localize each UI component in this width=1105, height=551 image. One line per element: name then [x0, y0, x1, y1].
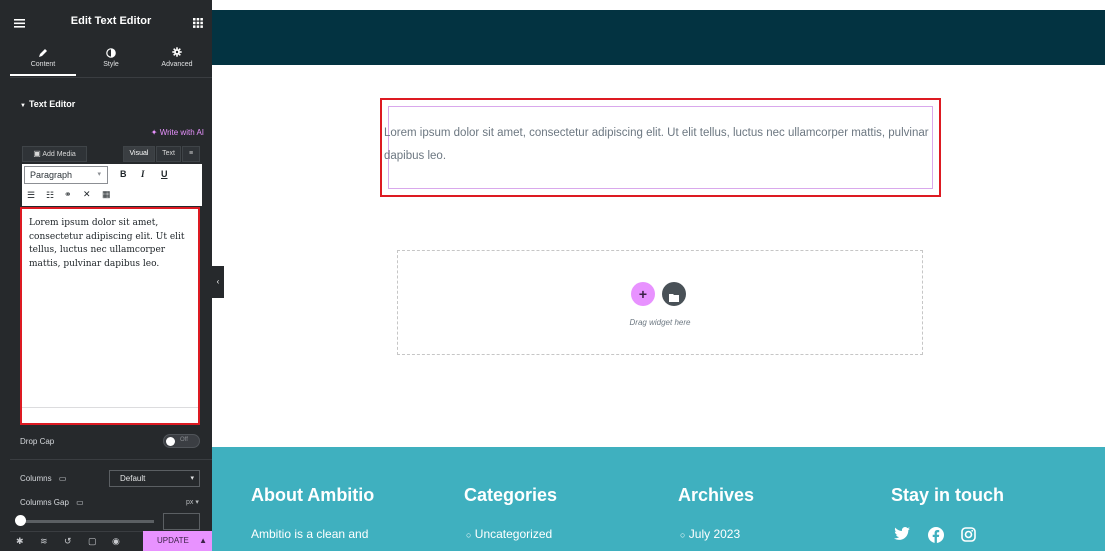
write-with-ai-label: Write with AI [159, 128, 204, 137]
tab-visual[interactable]: Visual [123, 146, 155, 162]
panel-tabs: Content Style Advanced [10, 38, 212, 76]
chevron-left-icon: ‹ [216, 277, 220, 286]
fullscreen-icon[interactable]: ✕ [83, 189, 91, 200]
toggle-knob [166, 437, 175, 446]
divider [10, 459, 212, 460]
sparkle-icon: ✦ [150, 128, 158, 137]
columns-gap-label: Columns Gap [20, 498, 69, 507]
tab-visual-label: Visual [129, 150, 149, 157]
tab-text-label: Text [162, 150, 175, 157]
footer-archives-item-label: July 2023 [688, 527, 741, 541]
desktop-icon: ▭ [58, 474, 67, 483]
update-button-label: UPDATE [157, 536, 189, 545]
tab-content[interactable]: Content [10, 38, 76, 76]
footer-stay-in-touch-title: Stay in touch [891, 485, 1005, 505]
footer-categories-item-label: Uncategorized [474, 527, 553, 541]
folder-icon [669, 289, 679, 307]
tab-text[interactable]: Text [156, 146, 181, 162]
facebook-icon[interactable] [928, 527, 944, 548]
footer-archives-title: Archives [678, 485, 755, 505]
section-toggle-text-editor[interactable]: ▼ Text Editor [20, 99, 75, 109]
preview-eye-icon[interactable]: ◉ [112, 536, 120, 547]
text-editor-widget[interactable]: Lorem ipsum dolor sit amet, consectetur … [380, 98, 941, 197]
chevron-down-icon: ▾ [190, 475, 194, 482]
drop-cap-label: Drop Cap [20, 437, 55, 446]
caret-down-icon: ▼ [20, 103, 26, 109]
columns-gap-slider-track[interactable] [20, 520, 154, 523]
chevron-up-icon[interactable]: ▲ [199, 531, 207, 551]
editor-status-bar [22, 407, 198, 423]
chevron-down-icon: ▾ [97, 171, 101, 178]
widgets-grid-icon[interactable] [193, 15, 203, 33]
toolbar-toggle-icon[interactable]: ▦ [102, 189, 111, 200]
add-media-label: Add Media [42, 151, 76, 158]
tab-content-label: Content [30, 61, 56, 68]
footer-about-text: Ambitio is a clean and [251, 527, 369, 541]
twitter-icon[interactable] [894, 527, 910, 546]
list-bullet-icon: ○ [680, 530, 686, 540]
visual-editor-area[interactable]: Lorem ipsum dolor sit amet, consectetur … [20, 207, 200, 425]
collapse-panel-button[interactable]: ‹ [212, 266, 224, 298]
section-title-label: Text Editor [28, 99, 76, 109]
responsive-mode-icon[interactable]: ▢ [88, 536, 97, 547]
add-template-button[interactable] [662, 282, 686, 306]
site-header-band [212, 10, 1105, 65]
footer-categories-title: Categories [464, 485, 558, 505]
tab-advanced[interactable]: Advanced [144, 38, 210, 76]
instagram-icon[interactable] [961, 527, 976, 547]
italic-icon[interactable]: I [141, 169, 145, 179]
tab-advanced-label: Advanced [161, 61, 193, 68]
columns-gap-slider-handle[interactable] [15, 515, 26, 526]
columns-gap-label-wrap: Columns Gap ▭ [20, 498, 84, 507]
footer-categories-item[interactable]: ○ Uncategorized [466, 527, 552, 541]
editor-toolbar: Paragraph ▾ B I U ☰ ☷ ⚭ ✕ ▦ [22, 164, 202, 206]
dynamic-tags-button[interactable]: ≡ [182, 146, 200, 162]
empty-section-dropzone[interactable]: + Drag widget here [397, 250, 923, 355]
drop-cap-toggle[interactable]: Off [163, 434, 200, 448]
site-footer: About Ambitio Ambitio is a clean and Cat… [212, 447, 1105, 551]
add-section-button[interactable]: + [631, 282, 655, 306]
layers-icon[interactable]: ≋ [40, 536, 48, 547]
divider [10, 77, 212, 78]
columns-select-value: Default [120, 474, 146, 483]
desktop-icon: ▭ [76, 498, 84, 507]
underline-icon[interactable]: U [161, 169, 168, 179]
paragraph-format-select[interactable]: Paragraph ▾ [24, 166, 108, 184]
gear-icon [172, 44, 182, 62]
update-button[interactable]: UPDATE ▲ [143, 531, 212, 551]
paragraph-select-value: Paragraph [30, 170, 73, 180]
list-bullet-icon: ○ [466, 530, 472, 540]
columns-gap-input[interactable] [163, 513, 200, 530]
bullet-list-icon[interactable]: ☰ [27, 190, 35, 201]
settings-icon[interactable]: ✱ [16, 536, 24, 547]
tab-style[interactable]: Style [78, 38, 144, 76]
drop-cap-toggle-state: Off [180, 437, 188, 443]
footer-archives-item[interactable]: ○ July 2023 [680, 527, 740, 541]
history-icon[interactable]: ↺ [64, 536, 72, 547]
add-media-button[interactable]: ▣ Add Media [22, 146, 87, 162]
panel-header: Edit Text Editor [10, 10, 212, 34]
columns-select[interactable]: Default ▾ [109, 470, 200, 487]
media-icon: ▣ [33, 149, 41, 158]
panel-title: Edit Text Editor [70, 15, 152, 27]
database-icon: ≡ [188, 150, 194, 157]
write-with-ai-button[interactable]: ✦ Write with AI [151, 128, 204, 137]
columns-label-wrap: Columns ▭ [20, 474, 66, 483]
editor-panel: Edit Text Editor Content Style Advanced … [0, 0, 212, 551]
dropzone-text: Drag widget here [629, 318, 691, 327]
text-widget-content[interactable]: Lorem ipsum dolor sit amet, consectetur … [384, 122, 933, 168]
link-icon[interactable]: ⚭ [64, 189, 72, 200]
bold-icon[interactable]: B [120, 169, 127, 179]
tab-style-label: Style [103, 61, 119, 68]
unit-select[interactable]: px ▾ [186, 498, 199, 506]
numbered-list-icon[interactable]: ☷ [46, 190, 54, 201]
editor-content[interactable]: Lorem ipsum dolor sit amet, consectetur … [29, 217, 194, 271]
footer-about-title: About Ambitio [251, 485, 375, 505]
columns-label: Columns [20, 474, 52, 483]
unit-select-value: px [186, 499, 194, 506]
